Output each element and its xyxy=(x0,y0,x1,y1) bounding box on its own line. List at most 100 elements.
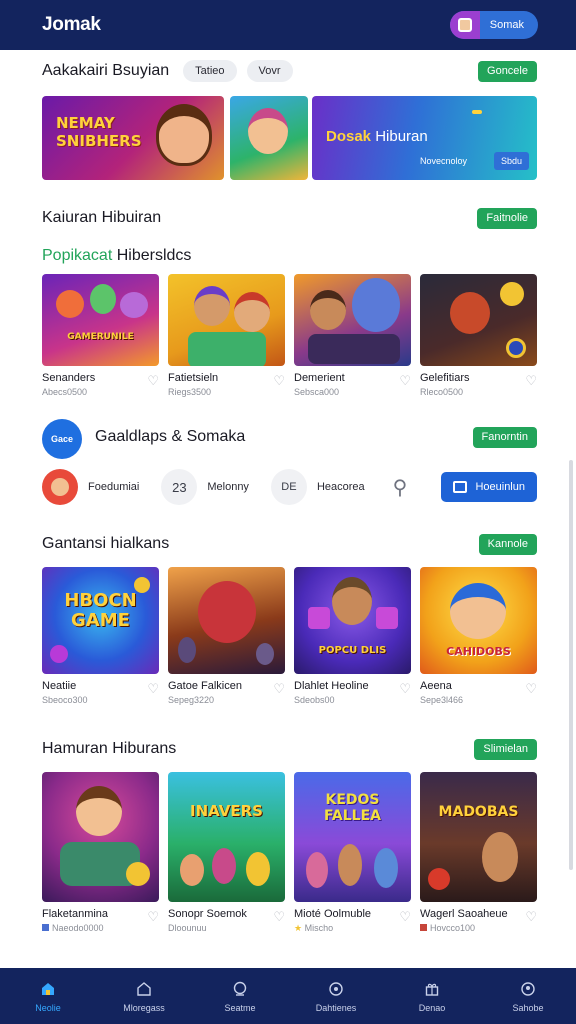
game-thumbnail: POPCU DLIS xyxy=(294,567,411,674)
game-players: Hovcco100 xyxy=(420,923,508,933)
nav-games[interactable]: Dahtienes xyxy=(288,968,384,1024)
like-icon[interactable]: ♡ xyxy=(525,682,537,695)
game-name: Mioté Oolmuble xyxy=(294,908,372,920)
providers-cta-button[interactable]: Hoeuinlun xyxy=(441,472,537,502)
featured-title: Aakakairi Bsuyian xyxy=(42,62,170,79)
game-card[interactable]: Fatietsieln Riegs3500 ♡ xyxy=(168,274,285,397)
nav-profile[interactable]: Sahobe xyxy=(480,968,576,1024)
promo-banner-1[interactable]: NEMAY SNIBHERS xyxy=(42,96,224,180)
providers-button[interactable]: Fanorntin xyxy=(472,426,537,448)
featured-chips: Tatieo Vovr xyxy=(183,60,293,82)
like-icon[interactable]: ♡ xyxy=(273,682,285,695)
banner-3-subtitle: Novecnoloy xyxy=(420,156,468,166)
like-icon[interactable]: ♡ xyxy=(147,374,159,387)
popular-header: Popikacat Hibersldcs xyxy=(42,245,537,267)
game-card[interactable]: INAVERS Sonopr Soemok Dloounuu ♡ xyxy=(168,772,285,934)
character-art xyxy=(248,108,288,154)
game-thumbnail: KEDOS FALLEA xyxy=(294,772,411,902)
game-name: Neatiie xyxy=(42,680,77,692)
hiburan-title: Kaiuran Hibuiran xyxy=(42,209,162,226)
nav-rewards[interactable]: Denao xyxy=(384,968,480,1024)
games-header: Gantansi hialkans Kannole xyxy=(42,533,537,555)
game-players: Sebsca000 xyxy=(294,387,340,397)
provider-logo: Gace xyxy=(42,419,82,459)
provider-label: Heacorea xyxy=(316,481,365,493)
promo-banner-3[interactable]: Dosak Hiburan Novecnoloy Sbdu xyxy=(312,96,537,180)
game-card[interactable]: Demerient Sebsca000 ♡ xyxy=(294,274,411,397)
screen-icon xyxy=(453,481,468,493)
game-players: Rleco0500 xyxy=(420,387,464,397)
provider-label: Melonny xyxy=(207,481,249,493)
games-title: Gantansi hialkans xyxy=(42,535,170,552)
game-thumbnail xyxy=(168,274,285,366)
more-title: Hamuran Hiburans xyxy=(42,740,177,757)
gift-icon xyxy=(423,980,441,998)
hiburan-button[interactable]: Faitnolie xyxy=(477,207,537,229)
like-icon[interactable]: ♡ xyxy=(399,910,411,923)
game-card[interactable]: POPCU DLIS Dlahlet Heoline Sdeobs00 ♡ xyxy=(294,567,411,705)
like-icon[interactable]: ♡ xyxy=(399,682,411,695)
nav-search[interactable]: Seatme xyxy=(192,968,288,1024)
chip-filter-1[interactable]: Tatieo xyxy=(183,60,237,82)
scrollbar[interactable] xyxy=(569,460,573,870)
provider-item[interactable]: DE Heacorea xyxy=(270,469,365,505)
popular-games-grid: GAMERUNILE Senanders Abecs0500 ♡ Fatietsie… xyxy=(42,274,537,397)
game-card[interactable]: GAMERUNILE Senanders Abecs0500 ♡ xyxy=(42,274,159,397)
like-icon[interactable]: ♡ xyxy=(525,910,537,923)
game-name: Fatietsieln xyxy=(168,372,219,384)
game-thumbnail xyxy=(42,772,159,902)
provider-code-icon: DE xyxy=(270,469,307,505)
provider-item[interactable]: 23 Melonny xyxy=(161,469,249,505)
game-card[interactable]: MADOBAS Wagerl Saoaheue Hovcco100 ♡ xyxy=(420,772,537,934)
microphone-icon[interactable]: ⚲ xyxy=(393,475,408,500)
like-icon[interactable]: ♡ xyxy=(525,374,537,387)
hiburan-header: Kaiuran Hibuiran Faitnolie xyxy=(42,207,537,229)
game-thumbnail xyxy=(168,567,285,674)
popular-title: Popikacat Hibersldcs xyxy=(42,247,192,264)
avatar xyxy=(449,11,480,39)
game-thumbnail: GAMERUNILE xyxy=(42,274,159,366)
like-icon[interactable]: ♡ xyxy=(147,682,159,695)
app-logo[interactable]: Jomak xyxy=(42,14,101,36)
more-button[interactable]: Slimielan xyxy=(474,738,537,760)
chip-filter-2[interactable]: Vovr xyxy=(246,60,293,82)
more-games-grid: Flaketanmina Naeodo0000 ♡ INAVERS Sonopr S… xyxy=(42,772,537,934)
featured-header: Aakakairi Bsuyian Tatieo Vovr Goncele xyxy=(42,60,537,82)
like-icon[interactable]: ♡ xyxy=(399,374,411,387)
game-players: Naeodo0000 xyxy=(42,923,108,933)
account-button[interactable]: Somak xyxy=(449,11,538,39)
promo-banner-2[interactable] xyxy=(230,96,308,180)
game-players: ★ Mischo xyxy=(294,923,334,933)
game-card[interactable]: KEDOS FALLEA Mioté Oolmuble ★ Mischo ♡ xyxy=(294,772,411,934)
profile-icon xyxy=(519,980,537,998)
like-icon[interactable]: ♡ xyxy=(147,910,159,923)
banner-carousel: NEMAY SNIBHERS Dosak Hiburan Novecnoloy … xyxy=(42,96,537,180)
banner-3-tag xyxy=(472,110,482,114)
nav-lobby[interactable]: Mloregass xyxy=(96,968,192,1024)
nav-home[interactable]: Neolie xyxy=(0,968,96,1024)
providers-title: Gaaldlaps & Somaka xyxy=(95,428,246,445)
game-name: Aeena xyxy=(420,680,452,692)
provider-item[interactable]: Foedumiai xyxy=(42,469,139,505)
games-grid: HBOCN GAME Neatiie Sbeoco300 ♡ Gatoe Falki… xyxy=(42,567,537,705)
games-button[interactable]: Kannole xyxy=(478,533,537,555)
like-icon[interactable]: ♡ xyxy=(273,910,285,923)
banner-3-button[interactable]: Sbdu xyxy=(494,152,530,170)
game-thumbnail: CAHIDOBS xyxy=(420,567,537,674)
account-label: Somak xyxy=(489,19,524,31)
game-card[interactable]: HBOCN GAME Neatiie Sbeoco300 ♡ xyxy=(42,567,159,705)
game-card[interactable]: Gatoe Falkicen Sepeg3220 ♡ xyxy=(168,567,285,705)
game-name: Flaketanmina xyxy=(42,908,109,920)
game-card[interactable]: CAHIDOBS Aeena Sepe3l466 ♡ xyxy=(420,567,537,705)
game-name: Gelefitiars xyxy=(420,372,470,384)
game-thumbnail xyxy=(294,274,411,366)
house-outline-icon xyxy=(135,980,153,998)
like-icon[interactable]: ♡ xyxy=(273,374,285,387)
game-players: Riegs3500 xyxy=(168,387,212,397)
game-name: Gatoe Falkicen xyxy=(168,680,242,692)
game-card[interactable]: Flaketanmina Naeodo0000 ♡ xyxy=(42,772,159,934)
providers-row: Foedumiai 23 Melonny DE Heacorea ⚲ Hoeui… xyxy=(42,468,537,506)
featured-button[interactable]: Goncele xyxy=(478,60,537,82)
game-card[interactable]: Gelefitiars Rleco0500 ♡ xyxy=(420,274,537,397)
gamepad-icon xyxy=(327,980,345,998)
